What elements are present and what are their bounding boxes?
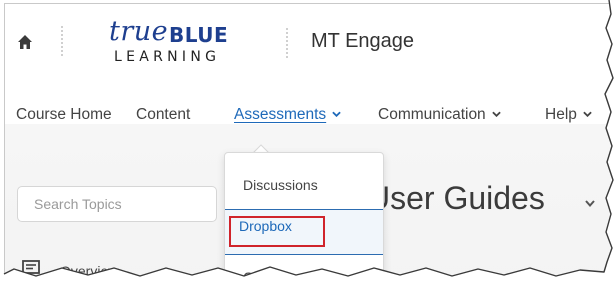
chevron-down-icon: [491, 111, 501, 117]
menu-item-grades[interactable]: Grades: [225, 263, 383, 285]
nav-content[interactable]: Content: [136, 106, 190, 124]
screenshot-frame: true BLUE LEARNING MT Engage Course Home…: [4, 3, 611, 286]
nav-label: Help: [545, 106, 577, 123]
assessments-dropdown-menu: Discussions Dropbox Grades: [224, 152, 384, 285]
logo-text-blue: BLUE: [169, 23, 229, 47]
nav-label: Content: [136, 106, 191, 123]
course-title[interactable]: MT Engage: [311, 30, 414, 53]
top-bar: true BLUE LEARNING MT Engage: [5, 4, 611, 82]
logo-text-true: true: [109, 16, 169, 47]
nav-label: Assessments: [234, 106, 327, 123]
nav-communication[interactable]: Communication: [378, 106, 501, 124]
menu-item-discussions[interactable]: Discussions: [225, 169, 383, 209]
menu-item-label: Dropbox: [239, 218, 292, 234]
nav-assessments[interactable]: Assessments: [234, 106, 341, 124]
menu-item-label: Grades: [243, 269, 289, 285]
logo-text-learning: LEARNING: [114, 49, 221, 65]
divider: [61, 26, 63, 56]
chevron-down-icon[interactable]: [585, 200, 595, 207]
overview-link[interactable]: Overview: [60, 263, 118, 279]
search-topics-input[interactable]: Search Topics: [17, 186, 217, 222]
search-placeholder: Search Topics: [34, 196, 122, 212]
nav-label: Communication: [378, 106, 486, 123]
chevron-down-icon: [583, 111, 592, 117]
home-icon[interactable]: [17, 34, 33, 50]
truebluelearning-logo[interactable]: true BLUE LEARNING: [109, 16, 239, 66]
page-heading: User Guides: [367, 180, 545, 216]
menu-item-dropbox[interactable]: Dropbox: [225, 209, 383, 255]
nav-course-home[interactable]: Course Home: [16, 106, 112, 124]
nav-label: Course Home: [16, 106, 112, 123]
overview-icon: [22, 260, 40, 276]
nav-help[interactable]: Help: [545, 106, 592, 124]
menu-item-label: Discussions: [243, 177, 318, 193]
chevron-down-icon: [332, 111, 341, 117]
course-navbar: Course Home Content Assessments Communic…: [5, 94, 611, 138]
divider: [286, 28, 288, 58]
